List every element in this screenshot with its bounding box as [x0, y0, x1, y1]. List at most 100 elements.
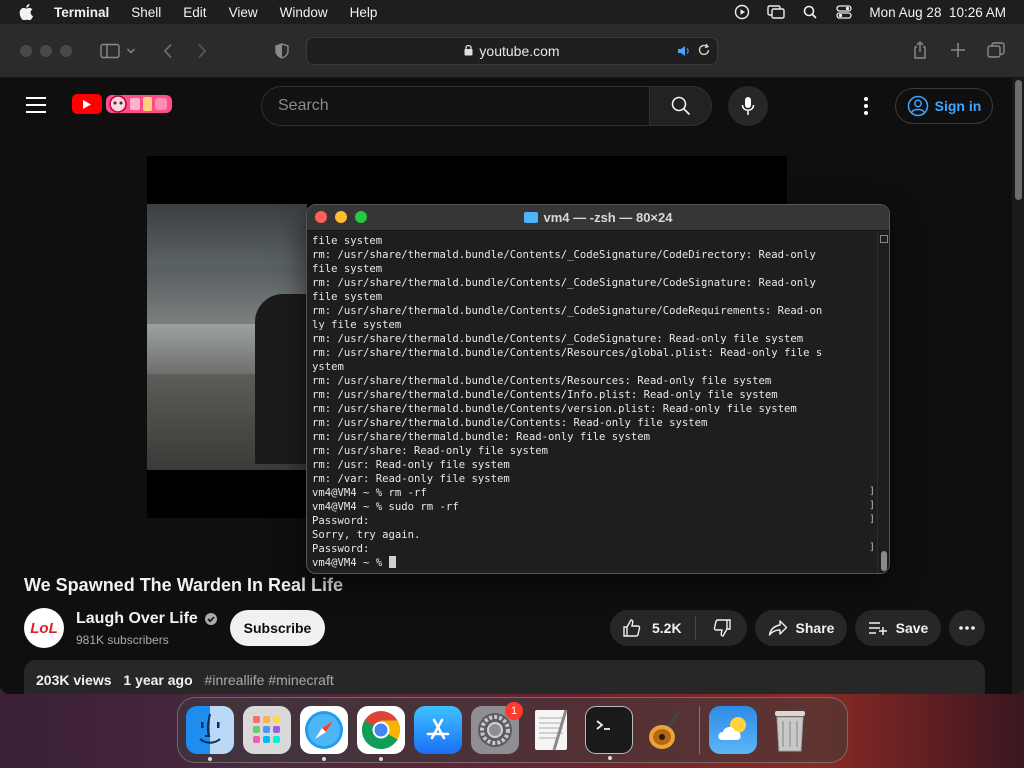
sidebar-chevron-down-icon[interactable]: [124, 37, 138, 65]
terminal-zoom-button[interactable]: [355, 211, 367, 223]
screen-mirroring-icon[interactable]: [767, 4, 786, 20]
notification-badge: 1: [505, 702, 523, 720]
channel-avatar[interactable]: LoL: [24, 608, 64, 648]
running-indicator: [608, 756, 612, 760]
menu-window[interactable]: Window: [280, 5, 328, 20]
dock-textedit[interactable]: [528, 706, 576, 754]
dock-terminal[interactable]: [585, 706, 633, 760]
now-playing-icon[interactable]: [733, 4, 751, 20]
settings-kebab-icon[interactable]: [856, 95, 876, 117]
spotlight-search-icon[interactable]: [801, 4, 819, 20]
trash-icon: [775, 711, 805, 752]
running-indicator: [208, 757, 212, 761]
terminal-scrollbar-thumb[interactable]: [881, 551, 887, 571]
running-indicator: [379, 757, 383, 761]
sidebar-toggle-icon[interactable]: [96, 37, 124, 65]
like-count: 5.2K: [652, 620, 682, 636]
menu-view[interactable]: View: [229, 5, 258, 20]
dock-app-store[interactable]: [414, 706, 462, 754]
save-button[interactable]: Save: [855, 610, 941, 646]
terminal-scrollbar[interactable]: [877, 231, 889, 573]
like-button[interactable]: 5.2K: [610, 616, 696, 640]
terminal-line: rm: /usr/share/thermald.bundle/Contents/…: [312, 305, 823, 317]
sign-in-button[interactable]: Sign in: [895, 88, 993, 124]
window-controls: [20, 44, 72, 57]
dock-safari[interactable]: [300, 706, 348, 761]
apple-menu-icon[interactable]: [16, 2, 36, 22]
save-playlist-icon: [868, 622, 887, 635]
terminal-output[interactable]: file system rm: /usr/share/thermald.bundl…: [307, 231, 879, 573]
terminal-line: rm: /usr/share/thermald.bundle/Contents/…: [312, 333, 804, 345]
terminal-line: vm4@VM4 ~ % rm -rf: [312, 487, 427, 499]
share-button[interactable]: Share: [755, 610, 847, 646]
terminal-line: rm: /usr/share/thermald.bundle/Contents/…: [312, 403, 797, 415]
app-store-icon: [426, 718, 450, 740]
menubar-clock[interactable]: Mon Aug 28 10:26 AM: [869, 5, 1006, 20]
youtube-logo[interactable]: [72, 93, 174, 115]
dock-launchpad[interactable]: [243, 706, 291, 754]
terminal-line: file system: [312, 263, 383, 275]
terminal-minimize-button[interactable]: [335, 211, 347, 223]
page-scrollbar-thumb[interactable]: [1015, 80, 1022, 200]
terminal-window[interactable]: vm4 — -zsh — 80×24 file system rm: /usr/s…: [306, 204, 890, 574]
voice-search-button[interactable]: [728, 86, 768, 126]
search-button[interactable]: [649, 86, 712, 126]
minimize-window-button[interactable]: [40, 44, 52, 57]
mark-bracket: ]: [868, 486, 875, 497]
browser-toolbar: youtube.com: [0, 24, 1024, 78]
terminal-split-icon[interactable]: [880, 235, 888, 243]
dock-garageband[interactable]: [642, 706, 690, 754]
dock-chrome[interactable]: [357, 706, 405, 761]
dock-separator: [699, 706, 700, 754]
speaker-icon[interactable]: [677, 44, 691, 61]
dislike-button[interactable]: [696, 618, 747, 638]
menu-edit[interactable]: Edit: [183, 5, 206, 20]
url-text: youtube.com: [479, 43, 560, 59]
subscribe-button[interactable]: Subscribe: [230, 610, 325, 646]
dock-system-settings[interactable]: 1: [471, 702, 523, 754]
terminal-line: file system: [312, 235, 383, 247]
menu-hamburger-icon[interactable]: [26, 97, 46, 113]
search-input[interactable]: Search: [261, 86, 649, 126]
mark-bracket: ]: [868, 500, 875, 511]
menu-shell[interactable]: Shell: [131, 5, 161, 20]
address-bar[interactable]: youtube.com: [306, 37, 718, 65]
dock-trash[interactable]: [766, 706, 814, 754]
forward-arrow-icon[interactable]: [188, 37, 216, 65]
terminal-line: rm: /usr/share/thermald.bundle/Contents/…: [312, 249, 816, 261]
terminal-line: rm: /usr/share/thermald.bundle: Read-onl…: [312, 431, 651, 443]
youtube-doodle-logo: [106, 95, 172, 113]
terminal-line: Password:: [312, 543, 370, 555]
dock-finder[interactable]: [186, 706, 234, 761]
new-tab-plus-icon[interactable]: [944, 36, 972, 64]
reload-icon[interactable]: [697, 43, 711, 60]
share-arrow-icon: [768, 620, 787, 636]
terminal-line: rm: /usr/share/thermald.bundle/Contents/…: [312, 347, 823, 359]
dock-weather[interactable]: [709, 706, 757, 754]
page-scrollbar[interactable]: [1012, 78, 1024, 694]
description-box[interactable]: 203K views 1 year ago #inreallife #minec…: [24, 660, 985, 694]
menu-app-terminal[interactable]: Terminal: [54, 5, 109, 20]
terminal-line: rm: /usr/share/thermald.bundle/Contents/…: [312, 277, 816, 289]
youtube-play-icon: [72, 94, 102, 114]
hashtags[interactable]: #inreallife #minecraft: [205, 672, 334, 688]
terminal-titlebar[interactable]: vm4 — -zsh — 80×24: [307, 205, 889, 231]
terminal-line: ystem: [312, 361, 344, 373]
zoom-window-button[interactable]: [60, 44, 72, 57]
privacy-shield-icon[interactable]: [268, 37, 296, 65]
menu-help[interactable]: Help: [350, 5, 378, 20]
sign-in-label: Sign in: [934, 98, 982, 114]
view-count: 203K views: [36, 672, 112, 688]
weather-cloud-sun-icon: [718, 717, 746, 740]
tab-overview-icon[interactable]: [982, 36, 1010, 64]
terminal-line: rm: /usr/share/thermald.bundle/Contents:…: [312, 417, 708, 429]
share-page-icon[interactable]: [906, 36, 934, 64]
more-actions-button[interactable]: [949, 610, 985, 646]
channel-name[interactable]: Laugh Over Life: [76, 610, 218, 628]
upload-date: 1 year ago: [123, 672, 193, 688]
close-window-button[interactable]: [20, 44, 32, 57]
terminal-line: rm: /usr/share/thermald.bundle/Contents/…: [312, 389, 778, 401]
control-center-icon[interactable]: [835, 4, 853, 20]
back-arrow-icon[interactable]: [154, 37, 182, 65]
terminal-close-button[interactable]: [315, 211, 327, 223]
